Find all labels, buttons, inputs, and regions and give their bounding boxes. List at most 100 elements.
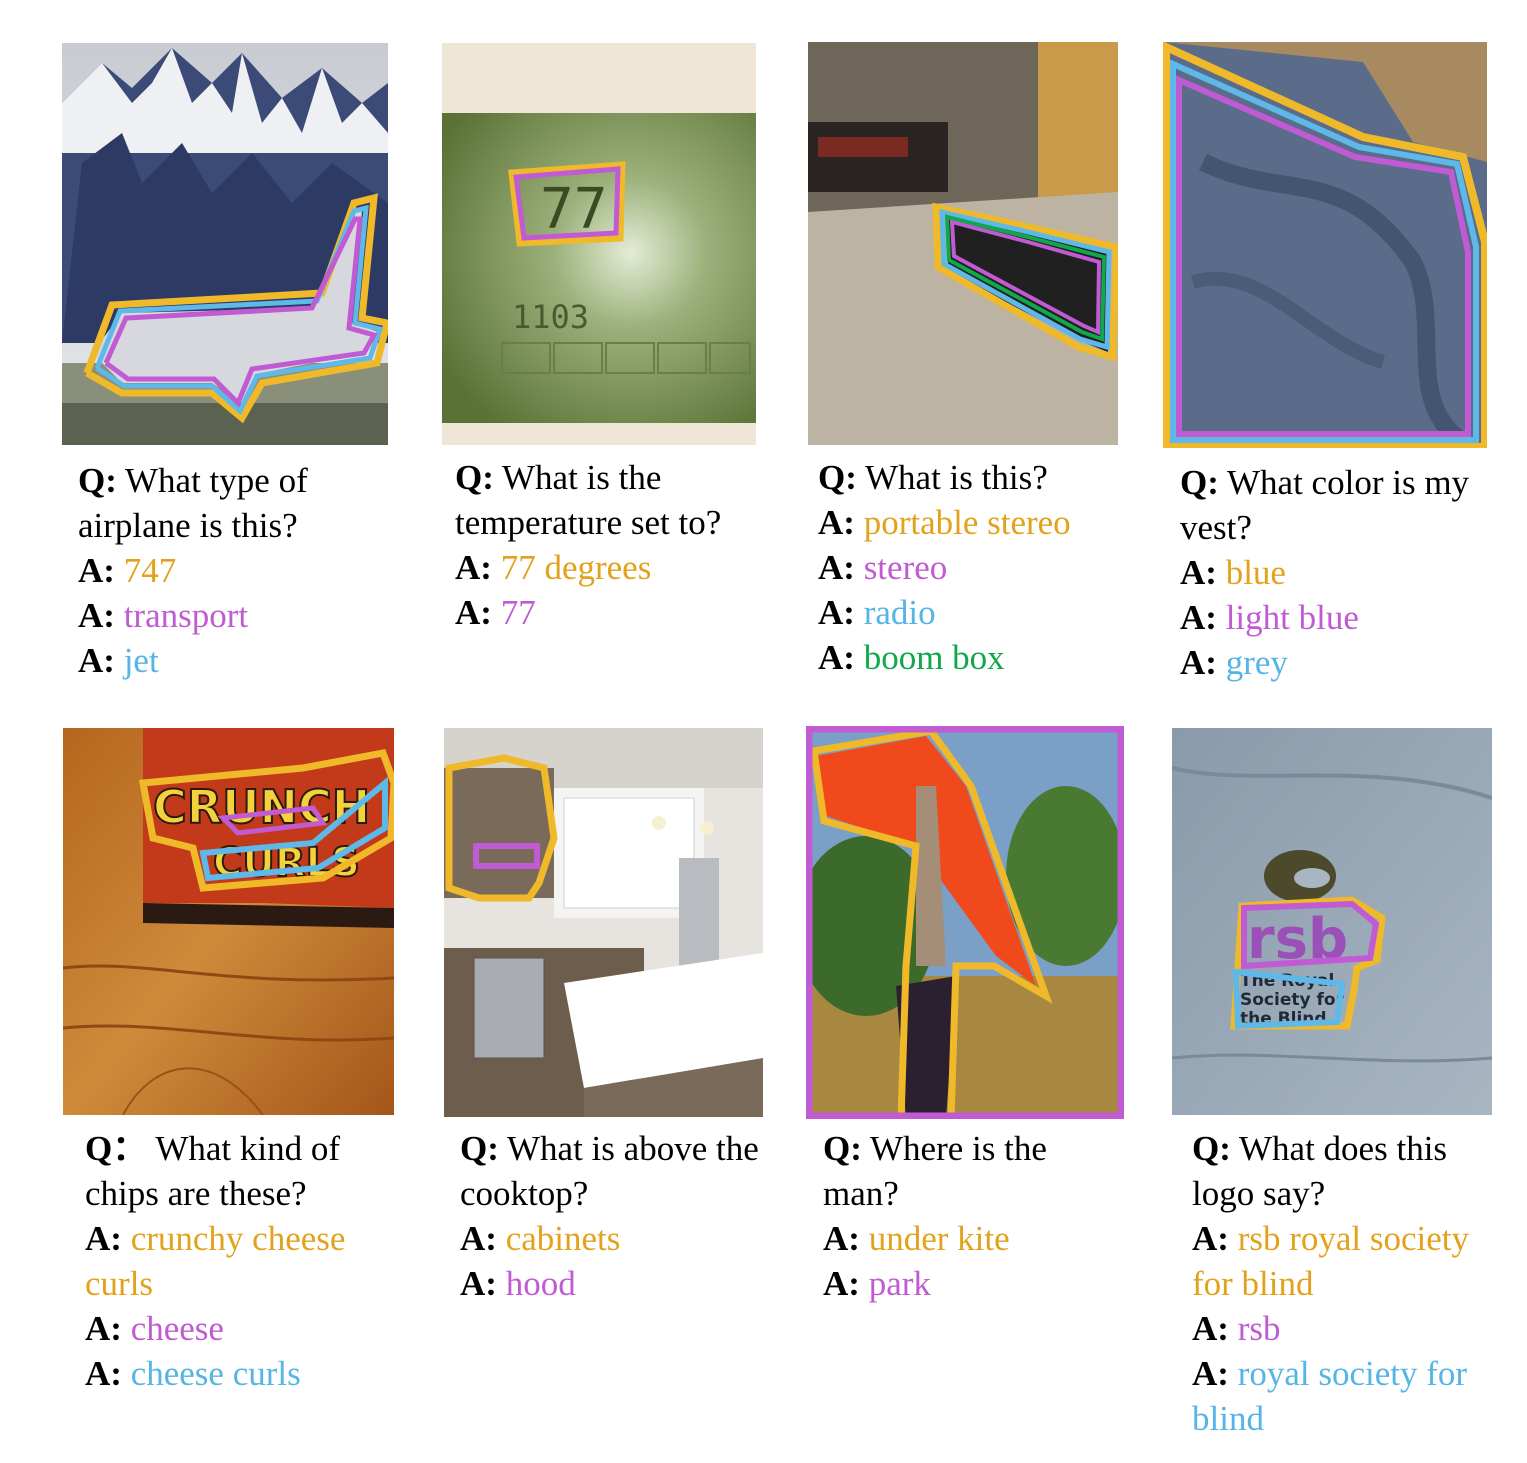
- image-chips: CRUNCH CURLS: [63, 728, 394, 1115]
- answer-text: royal society for blind: [1192, 1354, 1468, 1438]
- a-label: A:: [818, 638, 855, 677]
- answer-text: rsb royal society for blind: [1192, 1219, 1470, 1303]
- answer-line: A: 77 degrees: [455, 545, 775, 590]
- image-vest: [1163, 42, 1487, 448]
- answer-line: A: stereo: [818, 545, 1138, 590]
- a-label: A:: [1180, 643, 1217, 682]
- a-label: A:: [85, 1219, 122, 1258]
- image-thermostat: 77 1103: [442, 43, 756, 445]
- qa-block-3: Q: What is this? A: portable stereo A: s…: [818, 455, 1138, 680]
- image-kite: [806, 726, 1124, 1119]
- answer-line: A: portable stereo: [818, 500, 1138, 545]
- question-text: What color is my vest?: [1180, 463, 1470, 547]
- answer-text: cabinets: [505, 1219, 621, 1258]
- a-label: A:: [1180, 553, 1217, 592]
- qa-block-8: Q: What does this logo say? A: rsb royal…: [1192, 1126, 1492, 1441]
- a-label: A:: [1180, 598, 1217, 637]
- image-airplane: [62, 43, 388, 445]
- a-label: A:: [818, 593, 855, 632]
- q-label: Q:: [1180, 463, 1219, 502]
- question-line: Q: What is above the cooktop?: [460, 1126, 760, 1216]
- q-label: Q:: [823, 1129, 862, 1168]
- question-text: What does this logo say?: [1192, 1129, 1448, 1213]
- question-line: Q: What type of airplane is this?: [78, 458, 378, 548]
- q-label: Q:: [455, 458, 494, 497]
- answer-line: A: 77: [455, 590, 775, 635]
- answer-text: cheese: [130, 1309, 224, 1348]
- answer-line: A: under kite: [823, 1216, 1103, 1261]
- lcd-clock: 1103: [512, 298, 589, 336]
- a-label: A:: [818, 548, 855, 587]
- question-text: What is above the cooktop?: [460, 1129, 759, 1213]
- a-label: A:: [818, 503, 855, 542]
- question-line: Q: What is the temperature set to?: [455, 455, 775, 545]
- answer-text: grey: [1225, 643, 1288, 682]
- answer-text: cheese curls: [130, 1354, 301, 1393]
- a-label: A:: [78, 641, 115, 680]
- question-line: Q: What is this?: [818, 455, 1138, 500]
- image-boombox: [808, 42, 1118, 445]
- qa-block-4: Q: What color is my vest? A: blue A: lig…: [1180, 460, 1480, 685]
- a-label: A:: [78, 596, 115, 635]
- answer-line: A: cheese curls: [85, 1351, 385, 1396]
- answer-text: 77 degrees: [500, 548, 652, 587]
- answer-line: A: hood: [460, 1261, 760, 1306]
- qa-block-6: Q: What is above the cooktop? A: cabinet…: [460, 1126, 760, 1306]
- question-text: What is the temperature set to?: [455, 458, 722, 542]
- answer-line: A: royal society for blind: [1192, 1351, 1492, 1441]
- a-label: A:: [78, 551, 115, 590]
- a-label: A:: [455, 548, 492, 587]
- a-label: A:: [85, 1309, 122, 1348]
- answer-text: under kite: [868, 1219, 1010, 1258]
- answer-line: A: light blue: [1180, 595, 1480, 640]
- q-label: Q:: [78, 461, 117, 500]
- question-text: What is this?: [865, 458, 1048, 497]
- answer-line: A: cabinets: [460, 1216, 760, 1261]
- answer-text: jet: [123, 641, 159, 680]
- answer-line: A: park: [823, 1261, 1103, 1306]
- answer-line: A: grey: [1180, 640, 1480, 685]
- question-line: Q： What kind of chips are these?: [85, 1126, 385, 1216]
- answer-text: 747: [123, 551, 177, 590]
- answer-text: boom box: [863, 638, 1005, 677]
- qa-block-2: Q: What is the temperature set to? A: 77…: [455, 455, 775, 635]
- answer-line: A: crunchy cheese curls: [85, 1216, 385, 1306]
- q-label: Q:: [460, 1129, 499, 1168]
- answer-line: A: radio: [818, 590, 1138, 635]
- q-label: Q：: [85, 1129, 148, 1168]
- answer-text: transport: [123, 596, 249, 635]
- logo-subtext-line2: Society for: [1240, 990, 1345, 1010]
- a-label: A:: [823, 1219, 860, 1258]
- image-kitchen: [444, 728, 763, 1117]
- a-label: A:: [460, 1264, 497, 1303]
- question-line: Q: Where is the man?: [823, 1126, 1103, 1216]
- a-label: A:: [460, 1219, 497, 1258]
- qa-block-1: Q: What type of airplane is this? A: 747…: [78, 458, 378, 683]
- answer-line: A: cheese: [85, 1306, 385, 1351]
- qa-block-5: Q： What kind of chips are these? A: crun…: [85, 1126, 385, 1396]
- answer-line: A: boom box: [818, 635, 1138, 680]
- a-label: A:: [1192, 1354, 1229, 1393]
- answer-line: A: jet: [78, 638, 378, 683]
- answer-text: light blue: [1225, 598, 1359, 637]
- answer-text: crunchy cheese curls: [85, 1219, 346, 1303]
- answer-text: park: [868, 1264, 931, 1303]
- qa-block-7: Q: Where is the man? A: under kite A: pa…: [823, 1126, 1103, 1306]
- q-label: Q:: [1192, 1129, 1231, 1168]
- a-label: A:: [1192, 1309, 1229, 1348]
- answer-text: rsb: [1237, 1309, 1281, 1348]
- question-line: Q: What does this logo say?: [1192, 1126, 1492, 1216]
- q-label: Q:: [818, 458, 857, 497]
- answer-text: blue: [1225, 553, 1286, 592]
- answer-text: stereo: [863, 548, 948, 587]
- a-label: A:: [1192, 1219, 1229, 1258]
- a-label: A:: [85, 1354, 122, 1393]
- answer-text: hood: [505, 1264, 576, 1303]
- answer-line: A: rsb royal society for blind: [1192, 1216, 1492, 1306]
- a-label: A:: [823, 1264, 860, 1303]
- image-logo: rsb The Royal Society for the Blind: [1172, 728, 1492, 1115]
- answer-text: 77: [500, 593, 536, 632]
- answer-line: A: blue: [1180, 550, 1480, 595]
- answer-line: A: rsb: [1192, 1306, 1492, 1351]
- answer-text: radio: [863, 593, 936, 632]
